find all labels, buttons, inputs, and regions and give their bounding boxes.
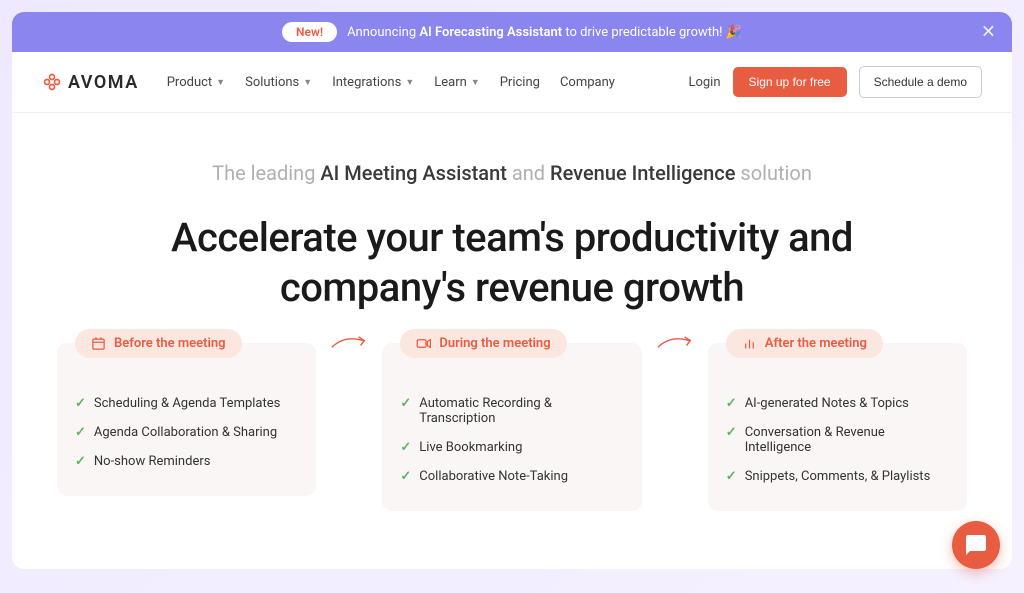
banner-prefix: Announcing [347,25,419,40]
sub-text: solution [735,161,811,185]
feature-item: ✓ Collaborative Note-Taking [400,462,623,491]
feature-list: ✓ AI-generated Notes & Topics ✓ Conversati… [726,389,949,491]
item-text: Automatic Recording & Transcription [419,396,623,426]
feature-list: ✓ Scheduling & Agenda Templates ✓ Agenda C… [75,389,298,476]
logo[interactable]: AVOMA [42,72,139,93]
sub-text: The leading [212,161,320,185]
feature-item: ✓ AI-generated Notes & Topics [726,389,949,418]
features-row: Before the meeting ✓Scheduling & Agenda … [12,343,1012,511]
feature-item: ✓ No-show Reminders [75,447,298,476]
nav-label: Solutions [245,75,299,90]
nav-label: Learn [434,75,467,90]
signup-button[interactable]: Sign up for free [733,67,847,97]
banner-bold: AI Forecasting Assistant [419,25,562,40]
nav-label: Pricing [500,75,540,90]
nav-label: Company [560,75,615,90]
nav-right: Login Sign up for free Schedule a demo [688,66,982,98]
feature-title: During the meeting [439,336,550,351]
new-pill: New! [282,22,337,42]
close-icon[interactable]: ✕ [981,22,996,43]
nav-item-product[interactable]: Product ▼ [167,75,225,90]
item-text: Collaborative Note-Taking [419,469,568,484]
banner-suffix: to drive predictable growth! 🎉 [562,25,742,40]
demo-button[interactable]: Schedule a demo [859,66,982,98]
item-text: Snippets, Comments, & Playlists [745,469,931,484]
feature-card-before: Before the meeting ✓Scheduling & Agenda … [57,343,316,496]
banner-text[interactable]: Announcing AI Forecasting Assistant to d… [347,25,742,40]
chat-button[interactable] [952,521,1000,569]
feature-item: ✓ Agenda Collaboration & Sharing [75,418,298,447]
hero-section: The leading AI Meeting Assistant and Rev… [12,113,1012,343]
nav-label: Integrations [332,75,401,90]
arrow-icon [330,333,368,352]
feature-header: After the meeting [726,329,883,358]
check-icon: ✓ [726,469,737,484]
item-text: Live Bookmarking [419,440,522,455]
sub-bold: AI Meeting Assistant [320,161,506,185]
feature-header: During the meeting [400,329,566,358]
sub-bold: Revenue Intelligence [550,161,735,185]
check-icon: ✓ [75,454,86,469]
item-text: No-show Reminders [94,454,211,469]
subtitle: The leading AI Meeting Assistant and Rev… [62,161,962,185]
nav-links: Product ▼ Solutions ▼ Integrations ▼ Learn ▼… [167,75,689,90]
feature-item: ✓ Scheduling & Agenda Templates [75,389,298,418]
navbar: AVOMA Product ▼ Solutions ▼ Integrations ▼ … [12,52,1012,113]
chevron-down-icon: ▼ [405,77,414,88]
arrow-icon [656,333,694,352]
nav-item-company[interactable]: Company [560,75,615,90]
feature-card-during: During the meeting ✓Automatic Recording … [382,343,641,511]
item-text: Scheduling & Agenda Templates [94,396,280,411]
feature-item: ✓ Automatic Recording & Transcription [400,389,623,433]
chevron-down-icon: ▼ [303,77,312,88]
bar-chart-icon [742,336,757,351]
announcement-banner: New! Announcing AI Forecasting Assistant… [12,12,1012,52]
logo-text: AVOMA [68,72,139,93]
nav-label: Product [167,75,212,90]
check-icon: ✓ [726,396,737,411]
check-icon: ✓ [400,396,411,411]
check-icon: ✓ [400,469,411,484]
feature-card-after: After the meeting ✓AI-generated Notes & … [708,343,967,511]
item-text: Agenda Collaboration & Sharing [94,425,277,440]
feature-item: ✓ Snippets, Comments, & Playlists [726,462,949,491]
feature-title: After the meeting [765,336,867,351]
item-text: Conversation & Revenue Intelligence [745,425,949,455]
item-text: AI-generated Notes & Topics [745,396,909,411]
logo-icon [42,72,62,92]
chevron-down-icon: ▼ [216,77,225,88]
feature-item: ✓ Live Bookmarking [400,433,623,462]
nav-item-learn[interactable]: Learn ▼ [434,75,479,90]
headline-line: company's revenue growth [280,264,744,311]
video-icon [416,336,431,351]
feature-list: ✓ Automatic Recording & Transcription ✓ Li… [400,389,623,491]
sub-text: and [507,161,550,185]
check-icon: ✓ [726,425,737,440]
check-icon: ✓ [75,396,86,411]
feature-title: Before the meeting [114,336,226,351]
chat-icon [964,533,988,557]
nav-item-integrations[interactable]: Integrations ▼ [332,75,414,90]
check-icon: ✓ [75,425,86,440]
nav-item-solutions[interactable]: Solutions ▼ [245,75,312,90]
login-link[interactable]: Login [688,75,720,90]
check-icon: ✓ [400,440,411,455]
feature-item: ✓ Conversation & Revenue Intelligence [726,418,949,462]
chevron-down-icon: ▼ [471,77,480,88]
feature-header: Before the meeting [75,329,242,358]
nav-item-pricing[interactable]: Pricing [500,75,540,90]
headline: Accelerate your team's productivity and … [62,213,962,313]
headline-line: Accelerate your team's productivity and [171,214,853,261]
calendar-icon [91,336,106,351]
